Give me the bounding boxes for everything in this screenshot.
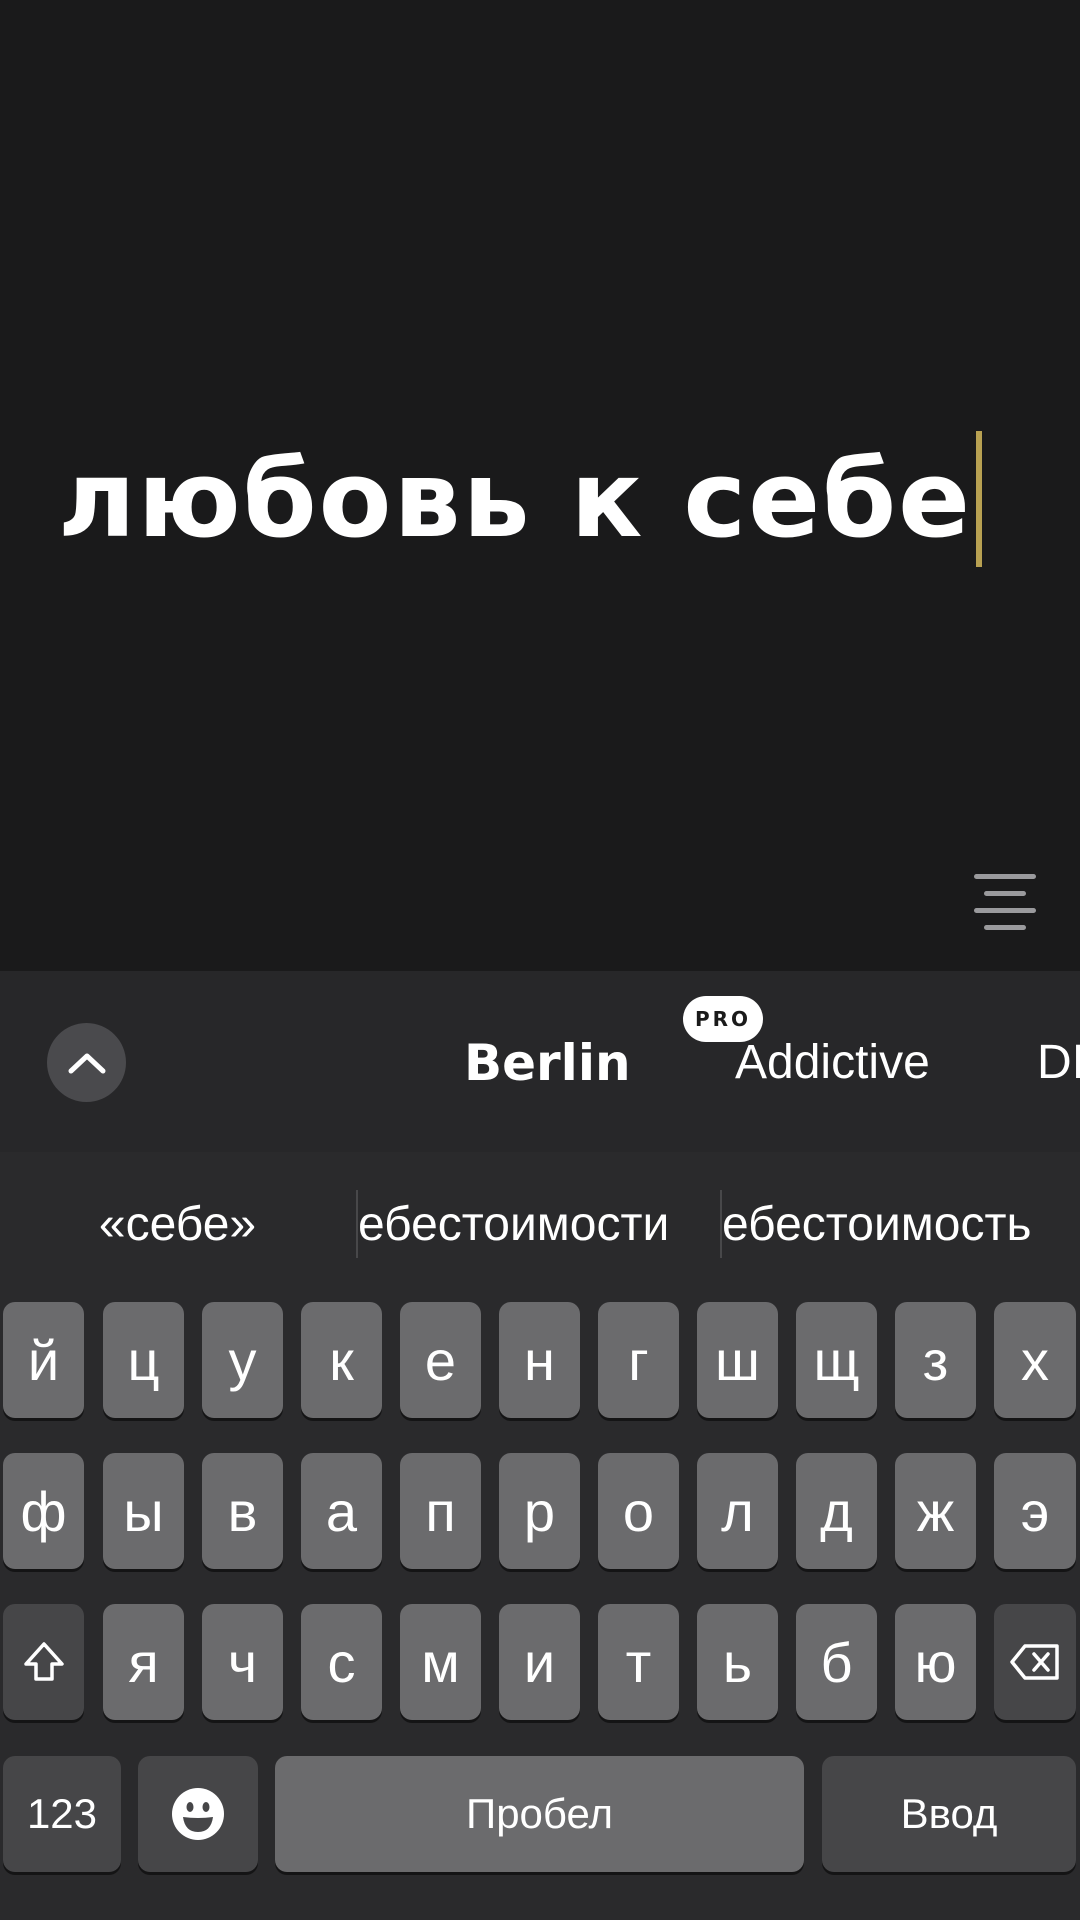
key[interactable]: д (796, 1453, 877, 1569)
suggestion-2[interactable]: ебестоимости (358, 1185, 718, 1265)
backspace-icon[interactable] (994, 1604, 1076, 1720)
suggestion-3[interactable]: ебестоимость (722, 1185, 1080, 1265)
key[interactable]: п (400, 1453, 481, 1569)
font-option-addictive[interactable]: Addictive (735, 1030, 930, 1096)
key[interactable]: а (301, 1453, 382, 1569)
key[interactable]: ц (103, 1302, 184, 1418)
key[interactable]: ю (895, 1604, 976, 1720)
key[interactable]: ь (697, 1604, 778, 1720)
key[interactable]: я (103, 1604, 184, 1720)
headline-container[interactable]: любовь к себе (0, 431, 1080, 570)
key[interactable]: щ (796, 1302, 877, 1418)
key[interactable]: з (895, 1302, 976, 1418)
key[interactable]: х (994, 1302, 1076, 1418)
key[interactable]: ф (3, 1453, 84, 1569)
chevron-up-icon[interactable] (47, 1023, 126, 1102)
key[interactable]: е (400, 1302, 481, 1418)
key[interactable]: р (499, 1453, 580, 1569)
key[interactable]: ж (895, 1453, 976, 1569)
key[interactable]: г (598, 1302, 679, 1418)
key[interactable]: н (499, 1302, 580, 1418)
font-option-berlin[interactable]: Berlin (464, 1030, 631, 1096)
enter-key[interactable]: Ввод (822, 1756, 1076, 1872)
key[interactable]: т (598, 1604, 679, 1720)
key[interactable]: у (202, 1302, 283, 1418)
numbers-key[interactable]: 123 (3, 1756, 121, 1872)
key[interactable]: с (301, 1604, 382, 1720)
key[interactable]: й (3, 1302, 84, 1418)
shift-icon[interactable] (3, 1604, 84, 1720)
key[interactable]: б (796, 1604, 877, 1720)
emoji-icon[interactable] (138, 1756, 258, 1872)
key[interactable]: м (400, 1604, 481, 1720)
screen: любовь к себе Berlin PRO Addictive DI «с… (0, 0, 1080, 1920)
key[interactable]: ч (202, 1604, 283, 1720)
key[interactable]: и (499, 1604, 580, 1720)
suggestion-1[interactable]: «себе» (20, 1185, 335, 1265)
key[interactable]: в (202, 1453, 283, 1569)
key[interactable]: э (994, 1453, 1076, 1569)
headline-text[interactable]: любовь к себе (58, 431, 982, 575)
space-bar[interactable]: Пробел (275, 1756, 804, 1872)
key[interactable]: о (598, 1453, 679, 1569)
align-center-icon[interactable] (970, 870, 1040, 930)
key[interactable]: к (301, 1302, 382, 1418)
font-option-di[interactable]: DI (1037, 1030, 1080, 1096)
text-caret (976, 431, 982, 568)
key[interactable]: л (697, 1453, 778, 1569)
key[interactable]: ы (103, 1453, 184, 1569)
key[interactable]: ш (697, 1302, 778, 1418)
